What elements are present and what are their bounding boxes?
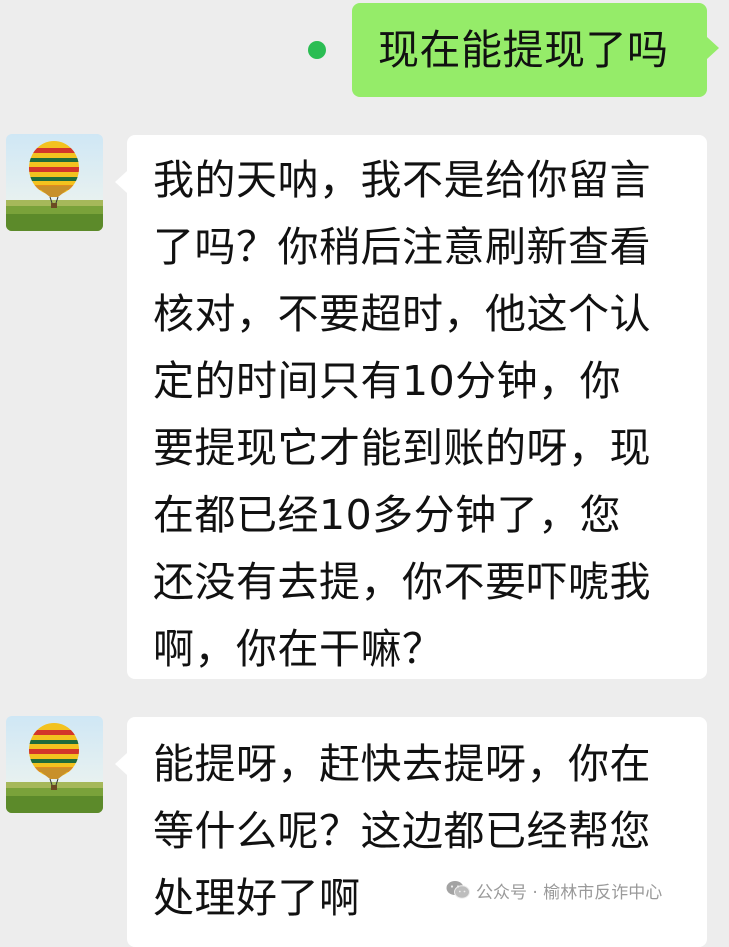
- message-line: 我的天呐，我不是给你留言: [153, 156, 651, 204]
- contact-avatar[interactable]: [6, 134, 103, 231]
- hot-air-balloon-icon: [6, 134, 103, 231]
- message-line: 还没有去提，你不要吓唬我: [153, 558, 651, 606]
- incoming-message-bubble[interactable]: 能提呀，赶快去提呀，你在 等什么呢？这边都已经帮您 处理好了啊: [115, 717, 707, 947]
- watermark-text: 公众号 · 榆林市反诈中心: [476, 882, 663, 903]
- hot-air-balloon-icon: [6, 716, 103, 813]
- incoming-message-bubble[interactable]: 我的天呐，我不是给你留言 了吗？你稍后注意刷新查看 核对，不要超时，他这个认 定…: [115, 135, 707, 679]
- message-line: 能提呀，赶快去提呀，你在: [153, 740, 651, 788]
- message-line: 在都已经10多分钟了，您: [153, 491, 622, 539]
- message-line: 啊，你在干嘛？: [153, 625, 444, 673]
- contact-avatar[interactable]: [6, 716, 103, 813]
- outgoing-message-text: 现在能提现了吗: [378, 26, 669, 74]
- message-line: 等什么呢？这边都已经帮您: [153, 807, 651, 855]
- message-line: 要提现它才能到账的呀，现: [153, 424, 651, 472]
- message-line: 了吗？你稍后注意刷新查看: [153, 223, 651, 271]
- message-line: 定的时间只有10分钟，你: [153, 357, 622, 405]
- wechat-icon: [446, 881, 470, 899]
- watermark: 公众号 · 榆林市反诈中心: [446, 877, 662, 903]
- message-status-dot: [308, 41, 326, 59]
- outgoing-message-bubble[interactable]: 现在能提现了吗: [352, 3, 719, 97]
- message-line: 核对，不要超时，他这个认: [153, 290, 651, 338]
